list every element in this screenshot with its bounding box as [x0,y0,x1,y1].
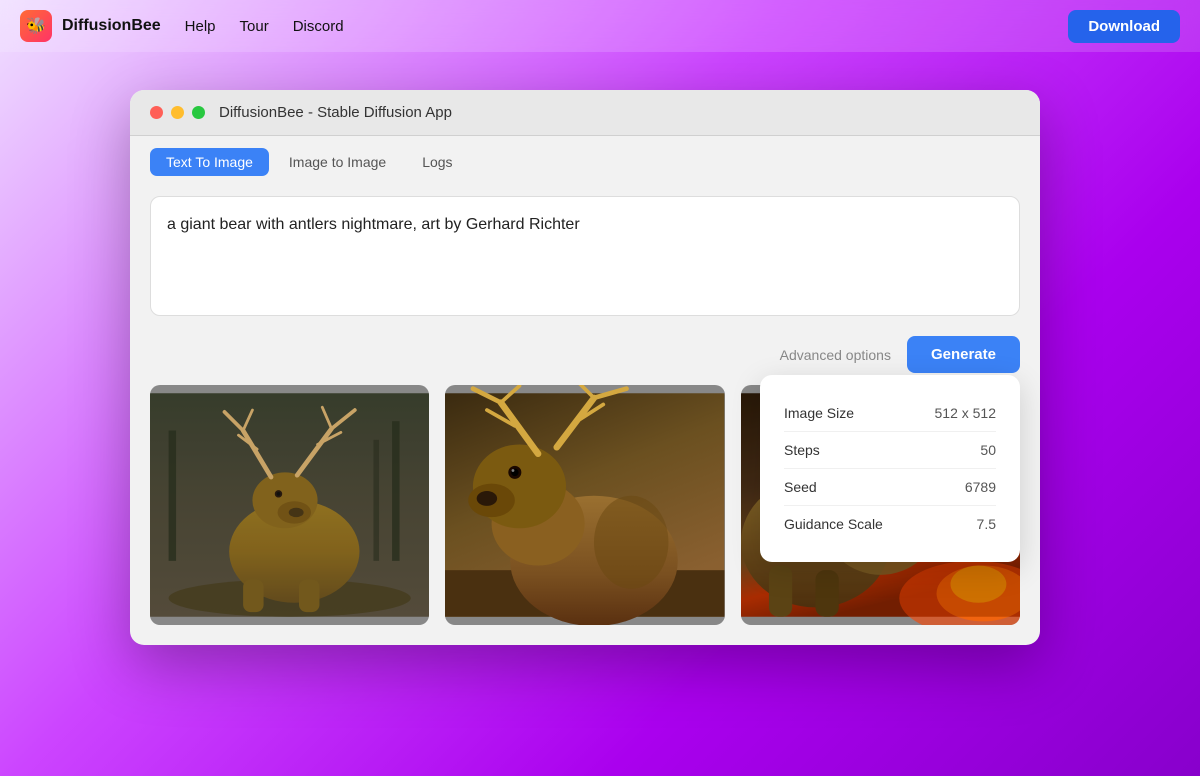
nav-help-link[interactable]: Help [185,18,216,35]
advanced-options-popup: Image Size 512 x 512 Steps 50 Seed 6789 … [760,375,1020,562]
steps-label: Steps [784,442,820,458]
image-size-value: 512 x 512 [935,405,997,421]
seed-label: Seed [784,479,817,495]
guidance-scale-value: 7.5 [977,516,996,532]
prompt-area[interactable]: a giant bear with antlers nightmare, art… [150,196,1020,316]
prompt-text: a giant bear with antlers nightmare, art… [167,213,1003,237]
download-button[interactable]: Download [1068,10,1180,43]
tab-logs[interactable]: Logs [406,148,468,176]
logo-text: DiffusionBee [62,17,161,35]
generated-image-1[interactable] [150,385,429,625]
nav-bar: 🐝 DiffusionBee Help Tour Discord Downloa… [0,0,1200,52]
advanced-options-label[interactable]: Advanced options [780,347,891,363]
maximize-button[interactable] [192,106,205,119]
app-window: DiffusionBee - Stable Diffusion App Text… [130,90,1040,645]
logo-icon: 🐝 [20,10,52,42]
tabs-bar: Text To Image Image to Image Logs [130,136,1040,188]
seed-value: 6789 [965,479,996,495]
window-titlebar: DiffusionBee - Stable Diffusion App [130,90,1040,136]
steps-value: 50 [980,442,996,458]
traffic-lights [150,106,205,119]
popup-row-steps: Steps 50 [784,432,996,469]
popup-row-seed: Seed 6789 [784,469,996,506]
image-size-label: Image Size [784,405,854,421]
tab-text-to-image[interactable]: Text To Image [150,148,269,176]
generate-button[interactable]: Generate [907,336,1020,373]
tab-image-to-image[interactable]: Image to Image [273,148,402,176]
generated-image-2[interactable] [445,385,724,625]
popup-row-image-size: Image Size 512 x 512 [784,395,996,432]
popup-row-guidance-scale: Guidance Scale 7.5 [784,506,996,542]
close-button[interactable] [150,106,163,119]
logo: 🐝 DiffusionBee [20,10,161,42]
nav-discord-link[interactable]: Discord [293,18,344,35]
guidance-scale-label: Guidance Scale [784,516,883,532]
images-row: Image Size 512 x 512 Steps 50 Seed 6789 … [130,385,1040,645]
window-title: DiffusionBee - Stable Diffusion App [219,104,452,121]
nav-tour-link[interactable]: Tour [240,18,269,35]
minimize-button[interactable] [171,106,184,119]
